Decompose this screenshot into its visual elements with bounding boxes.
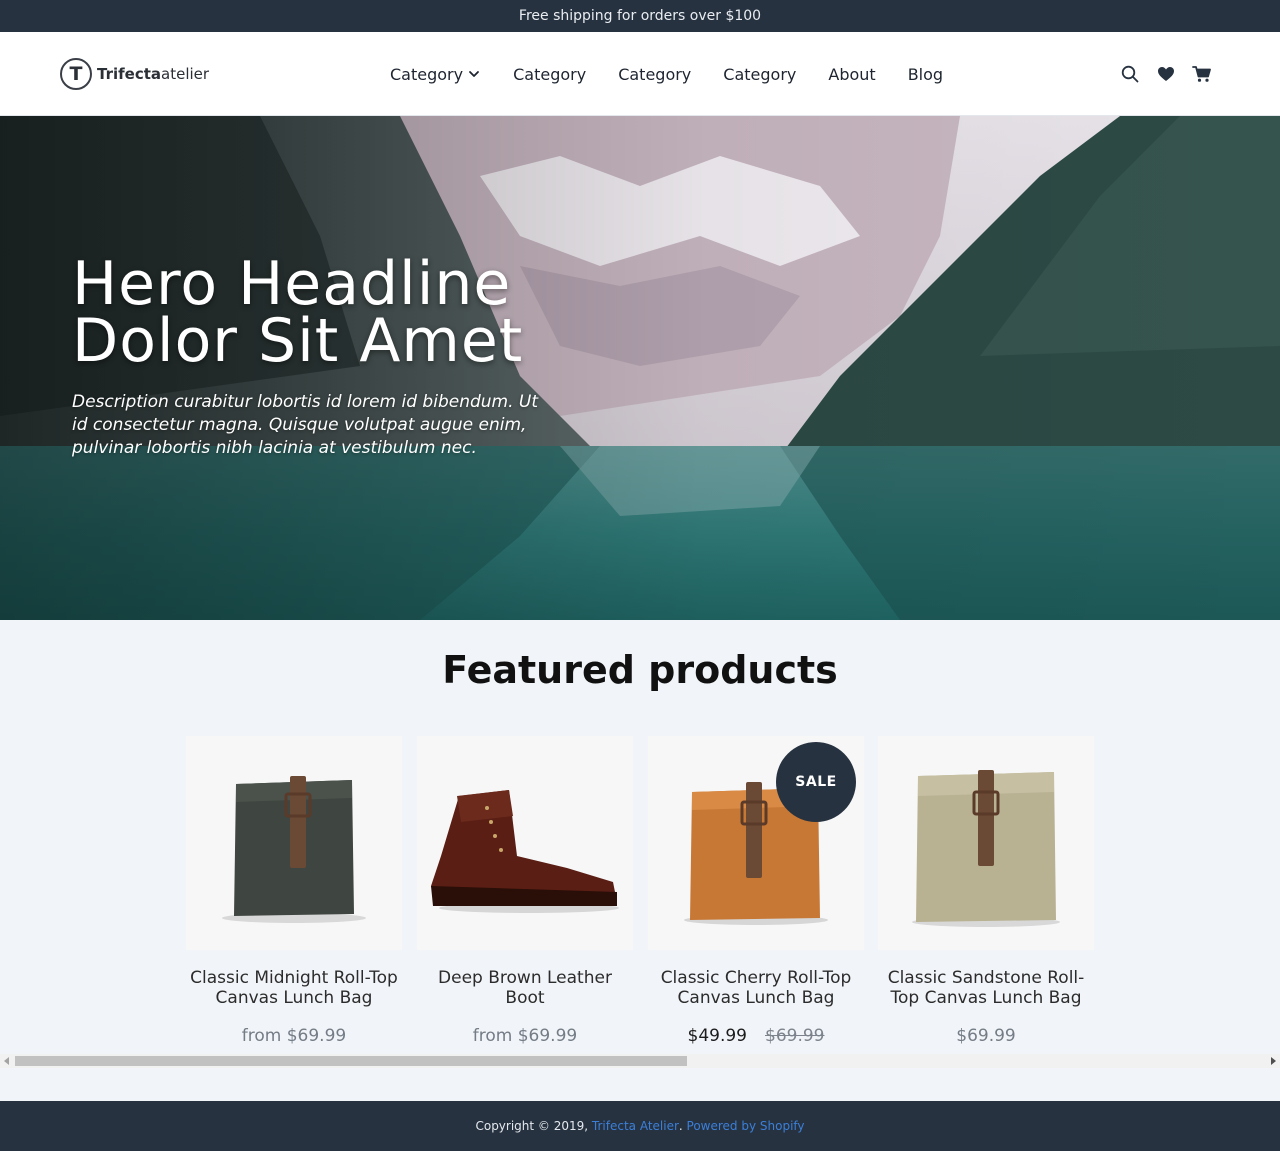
sale-badge: SALE: [776, 742, 856, 822]
sale-price: $49.99: [687, 1026, 747, 1046]
nav-item-label: About: [828, 64, 876, 84]
product-price: $49.99 $69.99: [648, 1026, 864, 1046]
logo-text: Trifectaatelier: [97, 65, 209, 83]
boot-image: [431, 790, 619, 913]
horizontal-scrollbar[interactable]: [0, 1054, 1280, 1068]
nav-item-label: Category: [390, 64, 464, 84]
product-image[interactable]: [417, 736, 633, 950]
product-price: $69.99: [956, 1026, 1016, 1046]
nav-item-label: Category: [723, 64, 797, 84]
hero-banner: Hero Headline Dolor Sit Amet Description…: [0, 116, 1280, 620]
nav-item-category-4[interactable]: Category: [723, 65, 796, 84]
scrollbar-thumb[interactable]: [15, 1056, 687, 1066]
product-image[interactable]: [186, 736, 402, 950]
lunch-bag-image: [222, 776, 366, 923]
product-card[interactable]: Classic Midnight Roll-Top Canvas Lunch B…: [186, 736, 402, 1046]
product-image[interactable]: [878, 736, 1094, 950]
product-carousel: Classic Midnight Roll-Top Canvas Lunch B…: [186, 736, 1096, 1056]
lunch-bag-image: [912, 770, 1060, 927]
site-header: T Trifectaatelier Category Category Cate…: [0, 32, 1280, 116]
product-card[interactable]: Deep Brown Leather Boot from $69.99: [417, 736, 633, 1046]
nav-item-category-3[interactable]: Category: [618, 65, 691, 84]
product-title[interactable]: Classic Midnight Roll-Top Canvas Lunch B…: [186, 968, 402, 1008]
main-nav: Category Category Category Category Abou…: [390, 32, 975, 116]
product-title[interactable]: Deep Brown Leather Boot: [417, 968, 633, 1008]
logo-mark: T: [60, 58, 92, 90]
search-icon[interactable]: [1118, 63, 1142, 85]
store-link[interactable]: Trifecta Atelier: [592, 1119, 679, 1133]
cart-icon[interactable]: [1190, 63, 1214, 85]
original-price: $69.99: [765, 1026, 825, 1046]
site-footer: Copyright © 2019, Trifecta Atelier. Powe…: [0, 1101, 1280, 1151]
announcement-bar: Free shipping for orders over $100: [0, 0, 1280, 32]
logo[interactable]: T Trifectaatelier: [60, 57, 209, 91]
hero-headline: Hero Headline Dolor Sit Amet: [72, 254, 632, 371]
nav-item-label: Category: [513, 64, 587, 84]
nav-item-about[interactable]: About: [828, 65, 875, 84]
product-price: from $69.99: [241, 1026, 347, 1046]
footer-separator: .: [678, 1119, 687, 1133]
hero-description: Description curabitur lobortis id lorem …: [72, 392, 539, 458]
copyright-text: Copyright © 2019,: [475, 1119, 592, 1133]
chevron-down-icon: [469, 71, 479, 77]
scroll-right-icon[interactable]: [1266, 1054, 1280, 1068]
header-icons: [1106, 63, 1214, 85]
logo-text-regular: atelier: [161, 65, 210, 83]
product-card[interactable]: SALE Classic Cherry Roll-Top Canvas Lunc…: [648, 736, 864, 1046]
nav-item-category-1[interactable]: Category: [390, 65, 481, 84]
announcement-text: Free shipping for orders over $100: [518, 8, 762, 24]
scroll-left-icon[interactable]: [0, 1054, 14, 1068]
heart-icon[interactable]: [1154, 63, 1178, 85]
nav-item-category-2[interactable]: Category: [513, 65, 586, 84]
nav-item-label: Category: [618, 64, 692, 84]
powered-by-link[interactable]: Powered by Shopify: [687, 1119, 805, 1133]
logo-text-bold: Trifecta: [97, 65, 162, 83]
hero-headline-line2: Dolor Sit Amet: [72, 306, 524, 376]
nav-item-label: Blog: [907, 64, 944, 84]
product-image[interactable]: SALE: [648, 736, 864, 950]
product-price: from $69.99: [472, 1026, 578, 1046]
nav-item-blog[interactable]: Blog: [908, 65, 943, 84]
featured-products-title: Featured products: [442, 648, 838, 692]
product-title[interactable]: Classic Cherry Roll-Top Canvas Lunch Bag: [648, 968, 864, 1008]
product-card[interactable]: Classic Sandstone Roll-Top Canvas Lunch …: [878, 736, 1094, 1046]
product-title[interactable]: Classic Sandstone Roll-Top Canvas Lunch …: [878, 968, 1094, 1008]
